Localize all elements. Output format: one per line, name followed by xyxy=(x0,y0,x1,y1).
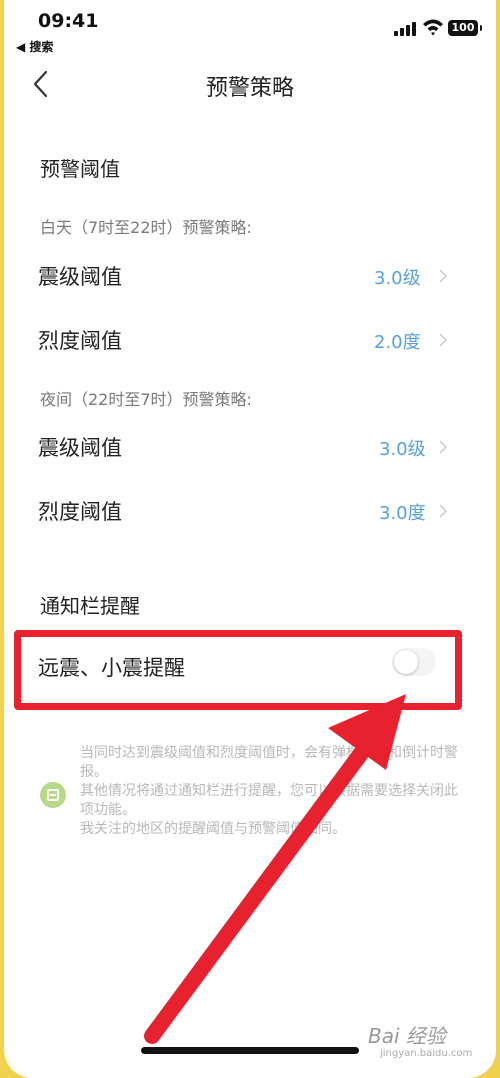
night-magnitude-value: 3.0级 xyxy=(379,439,426,460)
watermark-url: jingyan.baidu.com xyxy=(380,1048,473,1059)
chevron-right-icon xyxy=(439,333,448,347)
phone-screen: 09:41 ◀ 搜索 100 预警策略 预警阈值 白天（7时至22时）预警策略:… xyxy=(4,0,496,1078)
page-title: 预警策略 xyxy=(205,76,294,101)
watermark-logo: Bai 经验 xyxy=(368,1024,446,1048)
night-intensity-row[interactable]: 烈度阈值 3.0度 xyxy=(4,479,496,543)
nav-bar: 预警策略 xyxy=(4,58,496,110)
night-strategy-label: 夜间（22时至7时）预警策略: xyxy=(40,390,252,409)
wifi-icon xyxy=(423,19,443,36)
annotation-highlight-box xyxy=(14,630,462,710)
cellular-signal-icon xyxy=(394,22,416,36)
chevron-right-icon xyxy=(439,440,448,454)
day-intensity-row[interactable]: 烈度阈值 2.0度 xyxy=(4,308,496,372)
back-to-app-link[interactable]: ◀ 搜索 xyxy=(16,38,53,55)
note-line-2: 其他情况将通过通知栏进行提醒，您可以根据需要选择关闭此项功能。 xyxy=(80,783,458,818)
status-time: 09:41 xyxy=(38,10,99,32)
day-intensity-label: 烈度阈值 xyxy=(38,329,122,353)
notes-text: 当同时达到震级阈值和烈度阈值时，会有弹框提示和倒计时警报。 其他情况将通过通知栏… xyxy=(80,744,460,839)
chevron-right-icon xyxy=(439,504,448,518)
night-magnitude-label: 震级阈值 xyxy=(38,436,122,460)
threshold-section-title: 预警阈值 xyxy=(40,157,120,181)
night-intensity-value: 3.0度 xyxy=(379,503,426,524)
chevron-right-icon xyxy=(439,269,448,283)
battery-icon: 100 xyxy=(448,20,482,36)
day-strategy-label: 白天（7时至22时）预警策略: xyxy=(40,218,252,237)
night-magnitude-row[interactable]: 震级阈值 3.0级 xyxy=(4,415,496,479)
day-magnitude-row[interactable]: 震级阈值 3.0级 xyxy=(4,244,496,308)
notify-section-title: 通知栏提醒 xyxy=(40,594,140,618)
day-intensity-value: 2.0度 xyxy=(374,332,421,353)
note-line-1: 当同时达到震级阈值和烈度阈值时，会有弹框提示和倒计时警报。 xyxy=(80,745,458,780)
day-magnitude-value: 3.0级 xyxy=(374,268,421,289)
info-icon xyxy=(40,782,66,808)
home-indicator[interactable] xyxy=(141,1047,359,1054)
status-bar: 09:41 ◀ 搜索 100 xyxy=(4,0,496,58)
note-line-3: 我关注的地区的提醒阈值与预警阈值相同。 xyxy=(80,821,346,837)
night-intensity-label: 烈度阈值 xyxy=(38,500,122,524)
day-magnitude-label: 震级阈值 xyxy=(38,265,122,289)
